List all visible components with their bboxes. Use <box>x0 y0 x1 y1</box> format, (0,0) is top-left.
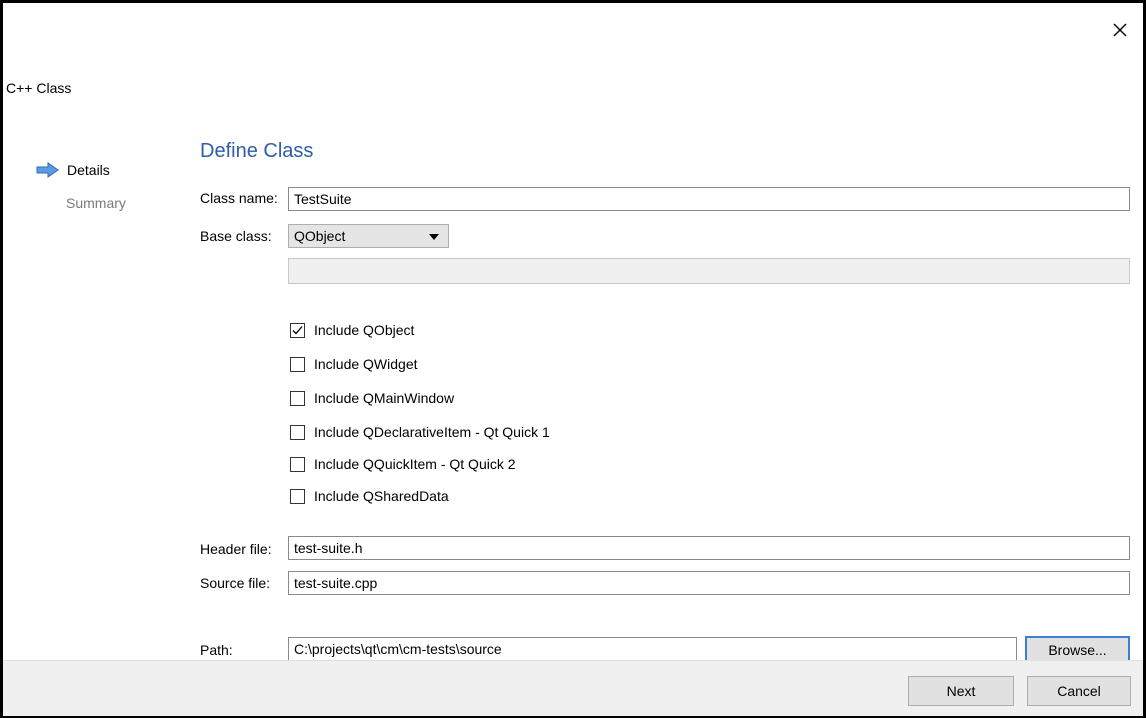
arrow-right-icon <box>36 162 59 178</box>
header-file-label: Header file: <box>200 541 272 557</box>
checkbox-label: Include QObject <box>314 322 415 338</box>
checkbox-label: Include QMainWindow <box>314 390 455 406</box>
path-input[interactable]: C:\projects\qt\cm\cm-tests\source <box>288 637 1017 661</box>
checkbox-label: Include QDeclarativeItem - Qt Quick 1 <box>314 424 550 440</box>
sidebar-item-details[interactable]: Details <box>36 162 110 178</box>
checkbox-label: Include QSharedData <box>314 488 449 504</box>
checkbox-box <box>290 390 305 406</box>
cancel-button[interactable]: Cancel <box>1027 676 1131 706</box>
class-name-label: Class name: <box>200 190 278 206</box>
base-class-extra-input <box>288 258 1130 284</box>
include-qshareddata-checkbox[interactable]: Include QSharedData <box>290 488 449 504</box>
sidebar-item-summary[interactable]: Summary <box>66 195 126 211</box>
window-title: C++ Class <box>6 80 72 96</box>
path-label: Path: <box>200 642 233 658</box>
checkbox-box <box>290 488 305 504</box>
base-class-label: Base class: <box>200 228 272 244</box>
source-file-label: Source file: <box>200 575 271 591</box>
next-button[interactable]: Next <box>908 676 1014 706</box>
checkmark-icon <box>292 325 303 334</box>
sidebar-item-label: Details <box>67 162 110 178</box>
page-title: Define Class <box>200 140 314 162</box>
checkbox-box <box>290 322 305 338</box>
header-file-input[interactable]: test-suite.h <box>288 536 1130 560</box>
close-button[interactable] <box>1108 18 1132 42</box>
base-class-dropdown[interactable]: QObject <box>288 224 449 248</box>
close-icon <box>1113 23 1127 37</box>
checkbox-label: Include QWidget <box>314 356 418 372</box>
include-qmainwindow-checkbox[interactable]: Include QMainWindow <box>290 390 454 406</box>
include-qquickitem-checkbox[interactable]: Include QQuickItem - Qt Quick 2 <box>290 456 516 472</box>
checkbox-box <box>290 456 305 472</box>
base-class-value: QObject <box>294 228 346 244</box>
include-qobject-checkbox[interactable]: Include QObject <box>290 322 414 338</box>
chevron-down-icon <box>429 234 439 240</box>
dialog-window <box>0 0 1146 718</box>
checkbox-box <box>290 424 305 440</box>
include-qdeclarativeitem-checkbox[interactable]: Include QDeclarativeItem - Qt Quick 1 <box>290 424 550 440</box>
checkbox-box <box>290 356 305 372</box>
source-file-input[interactable]: test-suite.cpp <box>288 571 1130 595</box>
checkbox-label: Include QQuickItem - Qt Quick 2 <box>314 456 516 472</box>
class-name-input[interactable]: TestSuite <box>288 187 1130 211</box>
include-qwidget-checkbox[interactable]: Include QWidget <box>290 356 418 372</box>
